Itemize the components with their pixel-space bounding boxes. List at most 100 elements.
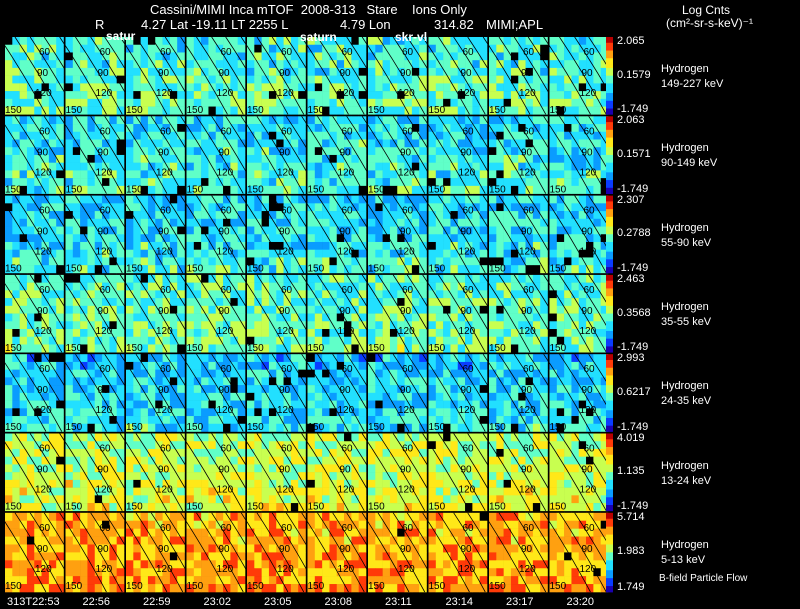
heatmap-cell: [169, 298, 178, 307]
heatmap-cell: [109, 274, 117, 283]
heatmap-cell: [247, 249, 255, 258]
contour-label: 60: [584, 206, 596, 217]
heatmap-cell: [479, 226, 488, 235]
heatmap-cell: [496, 305, 504, 314]
heatmap-cell: [201, 241, 209, 251]
heatmap-cell: [540, 249, 548, 258]
contour-label: 90: [37, 68, 49, 79]
heatmap-cell: [465, 336, 473, 345]
heatmap-cell: [428, 377, 437, 386]
heatmap-cell: [201, 139, 209, 148]
heatmap-cell: [564, 139, 572, 148]
heatmap-cell: [503, 274, 512, 283]
heatmap-cell: [489, 139, 497, 148]
heatmap-cell: [65, 433, 74, 442]
heatmap-cell: [126, 408, 134, 417]
heatmap-cell: [162, 178, 171, 187]
heatmap-cell: [358, 361, 367, 370]
heatmap-cell: [87, 385, 96, 394]
contour-label: 150: [187, 105, 204, 116]
heatmap-cell: [532, 265, 541, 274]
heatmap-cell: [126, 162, 134, 171]
heatmap-cell: [358, 385, 367, 394]
heatmap-cell: [237, 464, 246, 473]
heatmap-cell: [56, 203, 64, 212]
heatmap-cell: [496, 321, 504, 330]
heatmap-cell: [489, 274, 497, 283]
heatmap-cell: [247, 354, 255, 363]
heatmap-cell: [375, 282, 383, 291]
heatmap-cell: [290, 106, 299, 115]
heatmap-cell: [41, 416, 50, 425]
heatmap-cell: [307, 298, 316, 307]
contour-label: 90: [461, 306, 473, 317]
heatmap-cell: [290, 423, 299, 432]
heatmap-cell: [215, 106, 224, 115]
heatmap-cell: [578, 274, 587, 283]
heatmap-cell: [368, 218, 376, 227]
heatmap-cell: [479, 282, 488, 291]
heatmap-cell: [5, 487, 13, 496]
heatmap-cell: [186, 377, 195, 386]
heatmap-cell: [102, 495, 110, 504]
heatmap-cell: [419, 361, 427, 370]
heatmap-cell: [155, 354, 163, 363]
heatmap-cell: [489, 385, 497, 394]
heatmap-cell: [72, 479, 81, 488]
heatmap-cell: [336, 60, 345, 69]
heatmap-cell: [268, 385, 277, 394]
heatmap-cell: [307, 154, 316, 163]
contour-label: 60: [221, 364, 233, 375]
heatmap-cell: [186, 479, 195, 488]
heatmap-cell: [65, 91, 74, 100]
heatmap-cell: [230, 344, 238, 353]
heatmap-cell: [48, 37, 57, 46]
heatmap-cell: [34, 265, 42, 274]
heatmap-cell: [162, 495, 171, 504]
contour-label: 150: [5, 105, 22, 116]
heatmap-cell: [87, 67, 96, 76]
contour-label: 60: [160, 285, 172, 296]
heatmap-cell: [94, 433, 103, 442]
heatmap-cell: [140, 91, 149, 100]
heatmap-cell: [435, 408, 444, 417]
heatmap-cell: [230, 218, 238, 227]
heatmap-cell: [19, 487, 28, 496]
heatmap-cell: [443, 60, 451, 69]
heatmap-cell: [5, 456, 13, 465]
heatmap-cell: [564, 83, 572, 92]
contour-label: 60: [402, 126, 414, 137]
heatmap-cell: [268, 344, 277, 353]
heatmap-cell: [549, 116, 558, 125]
heatmap-cell: [549, 377, 558, 386]
heatmap-cell: [126, 75, 134, 84]
heatmap-cell: [564, 162, 572, 171]
heatmap-cell: [457, 423, 466, 432]
heatmap-cell: [140, 377, 149, 386]
contour-label: 60: [221, 47, 233, 58]
heatmap-cell: [186, 487, 195, 496]
heatmap-cell: [34, 423, 42, 432]
heatmap-cell: [126, 433, 134, 442]
heatmap-cell: [208, 124, 217, 133]
heatmap-cell: [457, 274, 466, 283]
contour-label: 60: [402, 47, 414, 58]
heatmap-cell: [298, 385, 306, 394]
heatmap-cell: [48, 195, 57, 204]
heatmap-cell: [564, 241, 572, 251]
heatmap-cell: [419, 282, 427, 291]
heatmap-cell: [261, 170, 270, 179]
contour-label: 90: [521, 385, 533, 396]
heatmap-cell: [510, 257, 519, 266]
contour-label: 120: [277, 247, 294, 258]
heatmap-cell: [290, 354, 299, 363]
heatmap-cell: [254, 385, 262, 394]
contour-label: 60: [281, 126, 293, 137]
heatmap-cell: [322, 329, 330, 338]
contour-label: 60: [100, 364, 112, 375]
heatmap-cell: [193, 147, 202, 156]
heatmap-cell: [419, 170, 427, 179]
heatmap-cell: [322, 170, 330, 179]
heatmap-cell: [450, 385, 459, 394]
heatmap-cell: [314, 329, 323, 338]
